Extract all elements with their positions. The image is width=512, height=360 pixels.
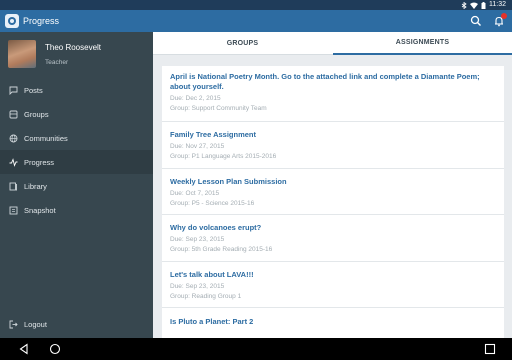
search-icon[interactable] [469, 14, 483, 28]
assignment-due: Due: Sep 23, 2015 [170, 236, 225, 243]
profile-role: Teacher [45, 59, 69, 66]
communities-icon [9, 134, 18, 142]
system-nav-bar [0, 338, 512, 360]
assignment-title[interactable]: Why do volcanoes erupt? [170, 223, 496, 233]
assignments-list: April is National Poetry Month. Go to th… [162, 66, 504, 360]
sidebar-item-label: Library [24, 181, 47, 191]
sidebar-item-progress[interactable]: Progress [0, 150, 153, 174]
sidebar-item-groups[interactable]: Groups [0, 102, 153, 126]
list-item[interactable]: Why do volcanoes erupt? Due: Sep 23, 201… [162, 215, 504, 262]
status-time: 11:32 [489, 1, 506, 8]
list-item[interactable]: Weekly Lesson Plan Submission Due: Oct 7… [162, 169, 504, 215]
logout-button[interactable]: Logout [0, 312, 153, 336]
assignment-group: Group: P5 - Science 2015-16 [170, 200, 255, 207]
assignment-title[interactable]: Let's talk about LAVA!!! [170, 270, 496, 280]
tab-bar: GROUPS ASSIGNMENTS [153, 32, 512, 55]
assignment-group: Group: 5th Grade Reading 2015-16 [170, 246, 273, 253]
list-item[interactable]: April is National Poetry Month. Go to th… [162, 66, 504, 122]
list-item[interactable]: Family Tree Assignment Due: Nov 27, 2015… [162, 122, 504, 169]
assignment-due: Due: Oct 7, 2015 [170, 190, 220, 197]
back-icon[interactable] [18, 343, 30, 355]
recent-apps-icon[interactable] [484, 343, 496, 355]
assignment-group: Group: Support Community Team [170, 105, 267, 112]
assignment-title[interactable]: Is Pluto a Planet: Part 2 [170, 317, 496, 327]
logout-label: Logout [24, 319, 47, 329]
assignment-title[interactable]: Weekly Lesson Plan Submission [170, 177, 496, 187]
app-logo-icon [5, 14, 19, 28]
profile-header[interactable]: Theo Roosevelt Teacher [0, 32, 153, 76]
sidebar: Theo Roosevelt Teacher Posts Groups Comm… [0, 32, 153, 338]
tab-assignments[interactable]: ASSIGNMENTS [333, 32, 512, 55]
assignment-due: Due: Nov 27, 2015 [170, 143, 225, 150]
assignment-title[interactable]: April is National Poetry Month. Go to th… [170, 72, 496, 92]
avatar [8, 40, 36, 68]
sidebar-item-posts[interactable]: Posts [0, 78, 153, 102]
sidebar-item-label: Communities [24, 133, 68, 143]
tab-groups[interactable]: GROUPS [153, 32, 332, 55]
sidebar-item-label: Progress [24, 157, 55, 167]
sidebar-item-label: Posts [24, 85, 43, 95]
status-icons: 11:32 [461, 1, 506, 9]
posts-icon [9, 86, 18, 95]
snapshot-icon [9, 206, 18, 214]
assignment-group: Group: P1 Language Arts 2015-2016 [170, 153, 277, 160]
list-item[interactable]: Let's talk about LAVA!!! Due: Sep 23, 20… [162, 262, 504, 308]
app-bar: Progress [0, 10, 512, 32]
progress-icon [9, 157, 18, 167]
sidebar-item-library[interactable]: Library [0, 174, 153, 198]
main-content: GROUPS ASSIGNMENTS April is National Poe… [153, 32, 512, 360]
assignment-due: Due: Sep 23, 2015 [170, 283, 225, 290]
sidebar-item-communities[interactable]: Communities [0, 126, 153, 150]
wifi-icon [470, 2, 478, 9]
app-title: Progress [23, 16, 60, 26]
library-icon [9, 182, 17, 190]
home-icon[interactable] [49, 343, 61, 355]
battery-icon [481, 1, 486, 9]
assignment-title[interactable]: Family Tree Assignment [170, 130, 496, 140]
profile-name: Theo Roosevelt [45, 43, 102, 52]
notification-badge [501, 13, 507, 19]
sidebar-item-snapshot[interactable]: Snapshot [0, 198, 153, 222]
assignment-due: Due: Dec 2, 2015 [170, 95, 221, 102]
status-bar: 11:32 [0, 0, 512, 10]
sidebar-item-label: Snapshot [24, 205, 56, 215]
logout-icon [9, 320, 18, 328]
bluetooth-icon [461, 1, 467, 9]
assignment-group: Group: Reading Group 1 [170, 293, 242, 300]
groups-icon [9, 110, 18, 118]
sidebar-item-label: Groups [24, 109, 49, 119]
